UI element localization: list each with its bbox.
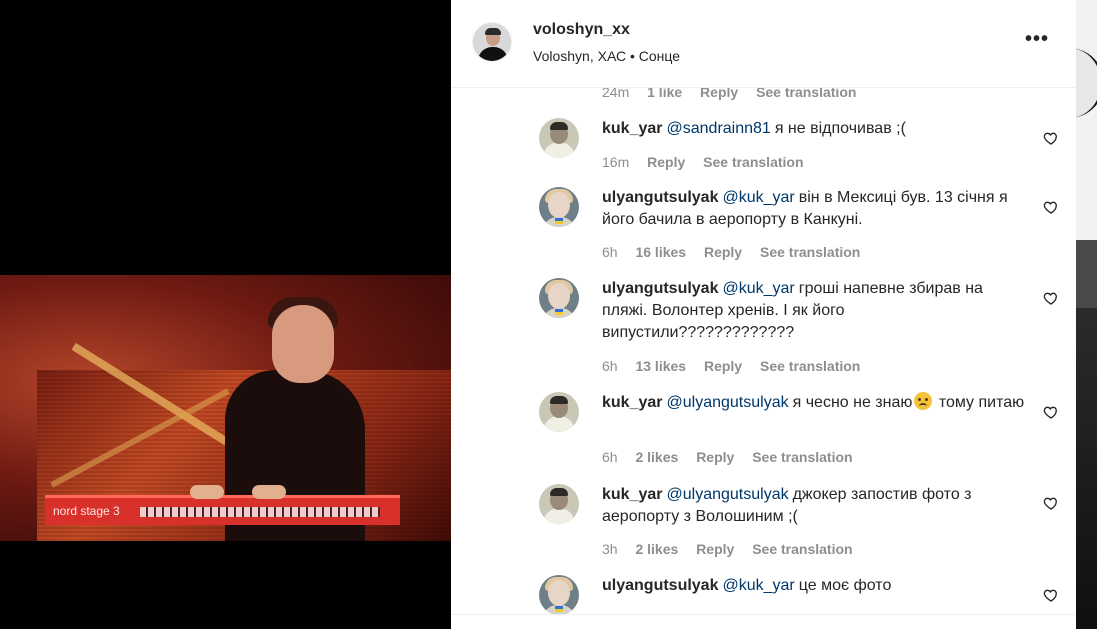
comment-mention[interactable]: @ulyangutsulyak [667, 486, 789, 503]
like-heart-icon[interactable] [1043, 587, 1059, 603]
like-heart-icon[interactable] [1043, 199, 1059, 215]
post-username[interactable]: voloshyn_xx [533, 21, 630, 39]
background-page-strip [1068, 0, 1097, 629]
reply-button[interactable]: Reply [696, 541, 734, 557]
comment-username[interactable]: kuk_yar [602, 120, 663, 137]
comment-text: я чесно не знаю [792, 394, 913, 411]
comment-time: 6h [602, 449, 618, 465]
comment-body: ulyangutsulyak @kuk_yar він в Мексиці був.… [602, 187, 1032, 231]
comment-mention[interactable]: @kuk_yar [722, 577, 794, 594]
comment-mention[interactable]: @kuk_yar [722, 189, 794, 206]
more-horizontal-icon[interactable]: ••• [1025, 28, 1049, 51]
comment-time: 3h [602, 541, 618, 557]
keyboard-keys [140, 507, 380, 517]
reply-button[interactable]: Reply [704, 244, 742, 260]
comment-text: це моє фото [798, 577, 892, 594]
like-heart-icon[interactable] [1043, 290, 1059, 306]
like-heart-icon[interactable] [1043, 130, 1059, 146]
comment-time: 16m [602, 154, 630, 170]
comment-likes[interactable]: 13 likes [635, 358, 686, 374]
comment-mention[interactable]: @ulyangutsulyak [667, 394, 789, 411]
comments-panel: 24m 1 like Reply See translation kuk_yar… [451, 0, 1076, 629]
see-translation-button[interactable]: See translation [760, 358, 860, 374]
comment-time: 6h [602, 358, 618, 374]
see-translation-button[interactable]: See translation [752, 449, 852, 465]
reply-button[interactable]: Reply [647, 154, 685, 170]
comment-item: kuk_yar @ulyangutsulyak джокер запостив фо… [539, 484, 1059, 564]
background-mid-area [1076, 240, 1097, 308]
comment-item: ulyangutsulyak @kuk_yar гроші напевне збир… [539, 278, 1059, 378]
comment-likes[interactable]: 2 likes [635, 541, 678, 557]
post-audio-subline[interactable]: Voloshyn, ХАС • Сонце [533, 48, 680, 64]
comment-meta: 6h 13 likes Reply See translation [602, 358, 874, 374]
comment-username[interactable]: ulyangutsulyak [602, 577, 718, 594]
avatar[interactable] [539, 278, 579, 318]
avatar[interactable] [539, 118, 579, 158]
comment-item: kuk_yar @ulyangutsulyak я чесно не знаю то… [539, 392, 1059, 472]
comment-meta: 6h 2 likes Reply See translation [602, 449, 867, 465]
like-heart-icon[interactable] [1043, 404, 1059, 420]
comment-likes[interactable]: 2 likes [635, 449, 678, 465]
comment-body: kuk_yar @ulyangutsulyak джокер запостив фо… [602, 484, 1032, 528]
see-translation-button[interactable]: See translation [703, 154, 803, 170]
reply-button[interactable]: Reply [696, 449, 734, 465]
video-frame[interactable]: nord stage 3 [0, 275, 451, 541]
comment-meta: 6h 16 likes Reply See translation [602, 244, 874, 260]
see-translation-button[interactable]: See translation [760, 244, 860, 260]
post-header: voloshyn_xx Voloshyn, ХАС • Сонце ••• [451, 0, 1076, 88]
see-translation-button[interactable]: See translation [752, 541, 852, 557]
comment-username[interactable]: kuk_yar [602, 394, 663, 411]
comments-list[interactable]: 24m 1 like Reply See translation kuk_yar… [451, 0, 1076, 629]
comment-text: я не відпочивав ;( [774, 120, 906, 137]
performer-head [272, 305, 334, 383]
avatar[interactable] [472, 22, 512, 62]
comment-meta: 16m Reply See translation [602, 154, 818, 170]
avatar[interactable] [539, 392, 579, 432]
comment-mention[interactable]: @sandrainn81 [667, 120, 771, 137]
comment-body: kuk_yar @ulyangutsulyak я чесно не знаю то… [602, 392, 1032, 414]
comment-body: ulyangutsulyak @kuk_yar гроші напевне збир… [602, 278, 1032, 344]
comment-username[interactable]: kuk_yar [602, 486, 663, 503]
comment-item: ulyangutsulyak @kuk_yar це моє фото [539, 575, 1059, 615]
reply-button[interactable]: Reply [704, 358, 742, 374]
comment-mention[interactable]: @kuk_yar [722, 280, 794, 297]
performer-hand [190, 485, 224, 499]
comment-meta: 3h 2 likes Reply See translation [602, 541, 867, 557]
panel-divider [451, 614, 1076, 615]
background-light-area [1076, 0, 1097, 240]
sad-face-emoji-icon [914, 392, 933, 410]
comment-username[interactable]: ulyangutsulyak [602, 189, 718, 206]
avatar[interactable] [539, 187, 579, 227]
comment-time: 6h [602, 244, 618, 260]
avatar[interactable] [539, 484, 579, 524]
comment-body: ulyangutsulyak @kuk_yar це моє фото [602, 575, 1032, 597]
performer-hand [252, 485, 286, 499]
comment-item: ulyangutsulyak @kuk_yar він в Мексиці був.… [539, 187, 1059, 267]
avatar[interactable] [539, 575, 579, 615]
comment-item: kuk_yar @sandrainn81 я не відпочивав ;( 16… [539, 118, 1059, 178]
keyboard-brand-label: nord stage 3 [53, 504, 120, 518]
comment-text: тому питаю [938, 394, 1025, 411]
like-heart-icon[interactable] [1043, 495, 1059, 511]
comment-body: kuk_yar @sandrainn81 я не відпочивав ;( [602, 118, 1032, 140]
comment-username[interactable]: ulyangutsulyak [602, 280, 718, 297]
background-dark-image [1076, 308, 1097, 629]
post-media[interactable]: nord stage 3 [0, 0, 451, 629]
comment-likes[interactable]: 16 likes [635, 244, 686, 260]
